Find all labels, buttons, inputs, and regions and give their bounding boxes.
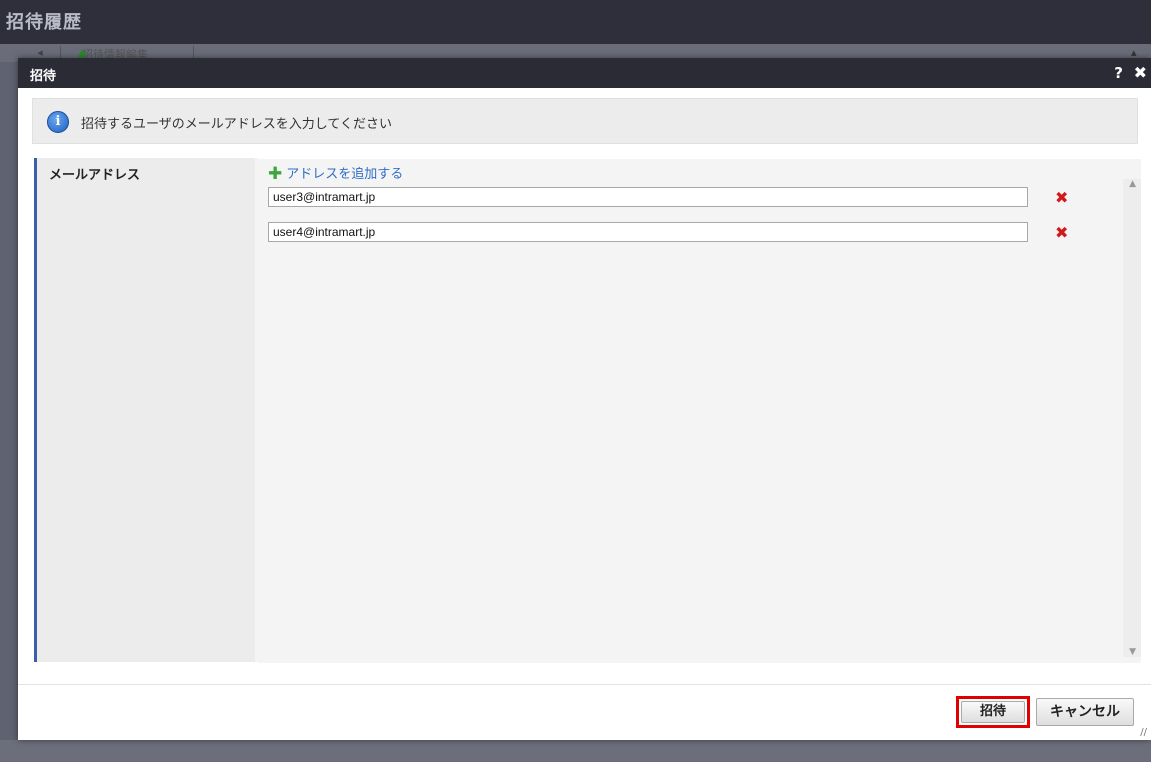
dialog-titlebar[interactable]: 招待 ? ✖ [18, 58, 1151, 88]
vertical-scrollbar[interactable]: ▲ ▼ [1123, 179, 1141, 657]
email-form: メールアドレス ✚アドレスを追加する ✖ ✖ ▲ ▼ [34, 158, 1141, 663]
footer-divider [18, 684, 1151, 685]
add-address-label: アドレスを追加する [286, 167, 404, 182]
close-icon[interactable]: ✖ [1134, 63, 1147, 82]
remove-icon[interactable]: ✖ [1055, 188, 1068, 207]
info-message: 招待するユーザのメールアドレスを入力してください [81, 117, 392, 132]
info-icon: i [47, 111, 69, 133]
background-header: 招待履歴 [0, 0, 1151, 44]
email-input-1[interactable] [268, 187, 1028, 207]
email-field-label: メールアドレス [49, 168, 141, 183]
add-address-link[interactable]: ✚ アドレスを追加する [268, 163, 403, 184]
help-button[interactable]: ? [1114, 64, 1123, 82]
invite-button-highlight: 招待 [956, 696, 1030, 728]
scroll-up-icon[interactable]: ▲ [1129, 179, 1136, 189]
field-label-cell: メールアドレス [37, 158, 255, 662]
dialog-title: 招待 [30, 69, 57, 84]
remove-icon[interactable]: ✖ [1055, 223, 1068, 242]
plus-icon: ✚ [268, 164, 283, 184]
background-page-title: 招待履歴 [6, 12, 82, 33]
invite-button[interactable]: 招待 [961, 701, 1025, 723]
invite-dialog: 招待 ? ✖ i 招待するユーザのメールアドレスを入力してください メールアドレ… [18, 58, 1151, 740]
field-input-cell: ✚アドレスを追加する ✖ ✖ ▲ ▼ [258, 158, 1141, 663]
resize-grip-icon[interactable]: // [1140, 727, 1147, 738]
background-footer [0, 740, 1151, 762]
scroll-down-icon[interactable]: ▼ [1129, 647, 1136, 657]
info-message-box: i 招待するユーザのメールアドレスを入力してください [32, 98, 1138, 144]
email-input-2[interactable] [268, 222, 1028, 242]
cancel-button[interactable]: キャンセル [1036, 698, 1134, 726]
